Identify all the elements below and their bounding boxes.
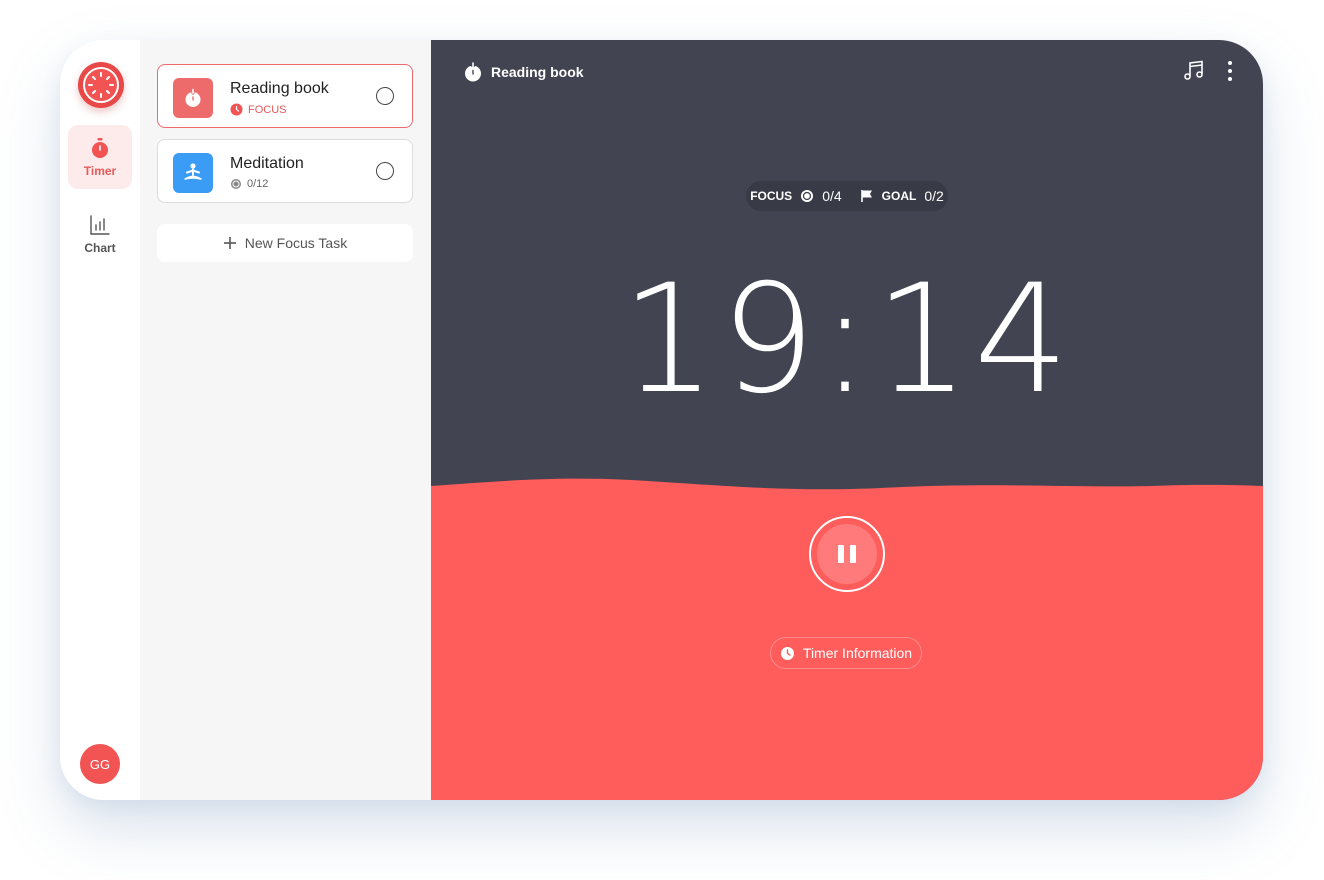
bar-chart-icon: [90, 214, 110, 235]
flag-icon: [860, 190, 872, 202]
app-window: Timer Chart GG Reading book FOCUS Medita…: [60, 40, 1263, 800]
timer-information-button[interactable]: Timer Information: [770, 637, 922, 669]
stopwatch-icon: [92, 137, 108, 158]
goal-label: GOAL: [881, 189, 917, 203]
task-name: Meditation: [230, 155, 304, 172]
pause-icon: [817, 524, 877, 584]
nav-item-label: Chart: [84, 240, 116, 255]
task-panel: Reading book FOCUS Meditation 0/12 New F…: [140, 40, 431, 800]
task-meta-label: 0/12: [247, 178, 269, 190]
music-note-icon[interactable]: [1183, 60, 1205, 82]
plus-icon: [223, 237, 236, 249]
nav-item-timer[interactable]: Timer: [68, 125, 132, 189]
task-meta: 0/12: [230, 178, 268, 190]
new-task-label: New Focus Task: [244, 235, 348, 251]
timer-toolbar: [1183, 60, 1233, 82]
focus-label: FOCUS: [750, 189, 793, 203]
timer-information-label: Timer Information: [802, 645, 913, 661]
task-complete-checkbox[interactable]: [376, 87, 394, 105]
pause-button[interactable]: [809, 516, 885, 592]
task-card-meditation[interactable]: Meditation 0/12: [157, 139, 413, 203]
session-stats-badge: FOCUS 0/4 GOAL 0/2: [746, 181, 948, 211]
timer-panel: Reading book FOCUS 0/4 GOAL 0/2 19:14 Ti…: [431, 40, 1263, 800]
goal-count: 0/2: [924, 188, 944, 204]
new-focus-task-button[interactable]: New Focus Task: [157, 224, 413, 262]
clock-icon: [780, 646, 794, 660]
task-tile: [173, 78, 213, 118]
progress-ring-icon: [801, 190, 814, 202]
more-options-icon[interactable]: [1227, 60, 1233, 82]
task-meta-label: FOCUS: [248, 103, 287, 116]
meditation-icon: [184, 163, 202, 180]
tomato-timer-logo-icon[interactable]: [78, 62, 124, 108]
focus-clock-icon: [230, 103, 243, 116]
timer-display: 19:14: [620, 253, 1074, 427]
nav-item-chart[interactable]: Chart: [68, 202, 132, 266]
current-task-title: Reading book: [463, 62, 584, 82]
task-meta: FOCUS: [230, 103, 287, 116]
task-card-reading-book[interactable]: Reading book FOCUS: [157, 64, 413, 128]
focus-count: 0/4: [822, 188, 842, 204]
current-task-name: Reading book: [491, 64, 584, 80]
avatar[interactable]: GG: [80, 744, 120, 784]
task-name: Reading book: [230, 80, 329, 97]
progress-ring-icon: [231, 179, 241, 189]
nav-rail: Timer Chart GG: [60, 40, 140, 800]
task-complete-checkbox[interactable]: [376, 162, 394, 180]
tomato-icon: [465, 62, 481, 82]
tomato-icon: [185, 88, 201, 107]
nav-item-label: Timer: [83, 163, 117, 178]
task-tile: [173, 153, 213, 193]
